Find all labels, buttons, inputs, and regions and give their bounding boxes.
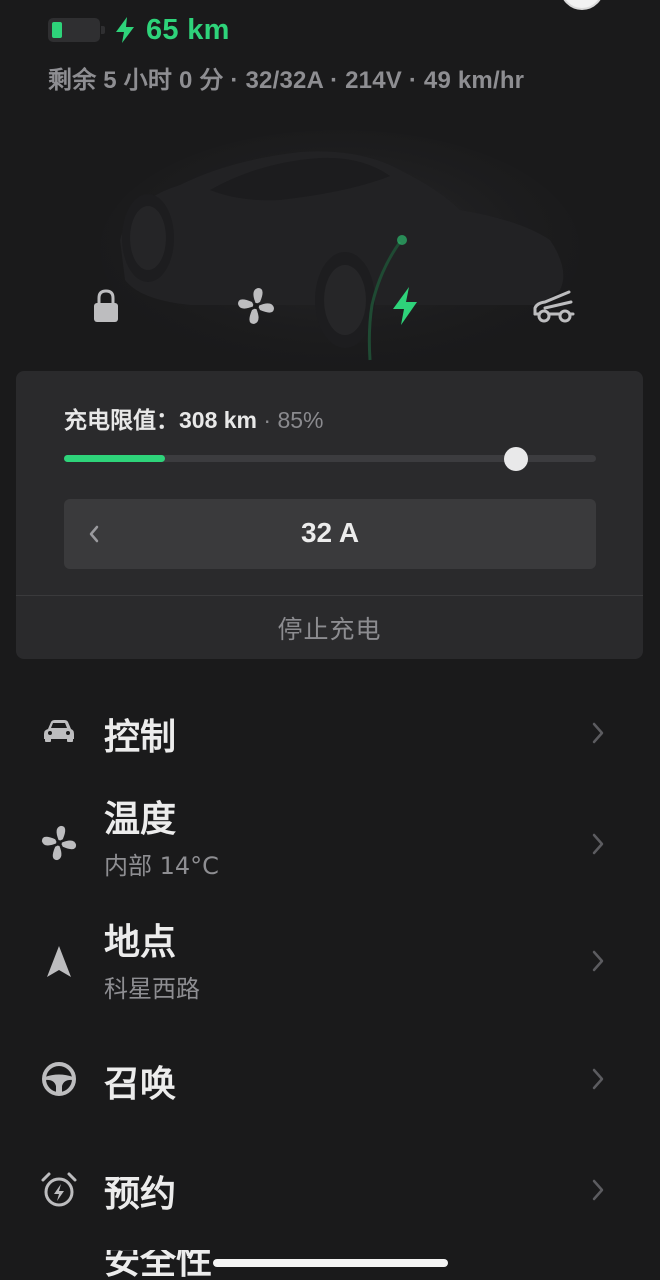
profile-avatar[interactable]	[560, 0, 604, 10]
chevron-right-icon	[592, 722, 604, 744]
menu-title-summon: 召唤	[104, 1064, 177, 1105]
charge-limit-slider[interactable]	[64, 447, 596, 471]
fan-icon	[41, 825, 77, 861]
stop-charging-button[interactable]: 停止充电	[16, 596, 643, 659]
battery-fill	[52, 22, 62, 38]
vehicle-screen: 65 km 剩余 5 小时 0 分 · 32/32A · 214V · 49 k…	[0, 0, 660, 1280]
chevron-right-icon	[592, 1068, 604, 1090]
battery-status: 65 km	[48, 10, 230, 50]
amperage-stepper: 32 A	[64, 499, 596, 569]
menu-title-security: 安全性	[104, 1250, 213, 1280]
charge-button[interactable]	[375, 276, 435, 336]
menu-subtitle-location: 科星西路	[104, 975, 200, 1003]
battery-cap	[101, 26, 105, 34]
menu-subtitle-climate: 内部 14°C	[104, 852, 219, 880]
climate-button[interactable]	[226, 276, 286, 336]
charge-limit-range: 308 km	[179, 407, 258, 433]
menu-item-location[interactable]: 地点 科星西路	[0, 905, 660, 1015]
charge-bolt-icon	[393, 287, 417, 325]
menu-title-climate: 温度	[104, 799, 177, 840]
menu-item-controls[interactable]: 控制	[0, 690, 660, 774]
car-image	[100, 130, 580, 370]
menu-item-climate[interactable]: 温度 内部 14°C	[0, 780, 660, 900]
menu-title-controls: 控制	[104, 717, 177, 758]
charging-bolt-icon	[116, 17, 134, 43]
location-arrow-icon	[47, 946, 71, 977]
battery-icon	[48, 18, 105, 42]
chevron-right-icon	[592, 1179, 604, 1201]
charge-limit-separator: ·	[257, 407, 278, 433]
chevron-right-icon	[592, 950, 604, 972]
fan-icon	[238, 288, 274, 324]
menu-item-schedule[interactable]: 预约	[0, 1145, 660, 1235]
car-icon	[44, 720, 74, 742]
frunk-icon	[533, 290, 575, 323]
menu-item-summon[interactable]: 召唤	[0, 1035, 660, 1125]
menu-title-location: 地点	[104, 922, 177, 963]
charge-limit-percent: 85%	[277, 407, 324, 433]
steering-wheel-icon	[42, 1062, 76, 1096]
quick-actions-bar	[0, 276, 660, 336]
frunk-button[interactable]	[524, 276, 584, 336]
lock-icon	[94, 289, 118, 322]
charging-status-line: 剩余 5 小时 0 分 · 32/32A · 214V · 49 km/hr	[48, 67, 525, 94]
alarm-clock-icon	[41, 1172, 77, 1207]
range-value: 65 km	[146, 13, 230, 46]
charge-limit-thumb[interactable]	[504, 447, 528, 471]
menu-title-schedule: 预约	[104, 1174, 177, 1215]
amperage-value: 32 A	[300, 517, 360, 548]
charging-card: 充电限值：308 km · 85% 32 A 停止充电	[16, 371, 643, 659]
home-indicator[interactable]	[213, 1259, 448, 1267]
chevron-right-icon	[592, 833, 604, 855]
lock-button[interactable]	[76, 276, 136, 336]
current-charge-fill	[64, 455, 165, 462]
charge-limit-row: 充电限值：308 km · 85%	[64, 401, 324, 435]
charge-limit-label: 充电限值：	[64, 408, 179, 434]
